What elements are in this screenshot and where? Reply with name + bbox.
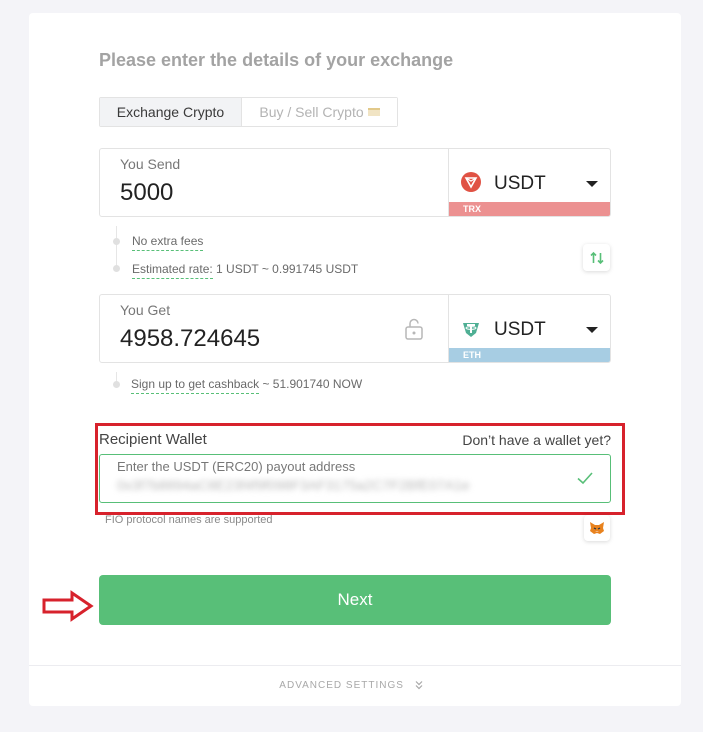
recipient-wallet-input[interactable]: Enter the USDT (ERC20) payout address 0x… (99, 454, 611, 503)
send-label: You Send (120, 156, 181, 172)
send-network-badge: TRX (449, 202, 610, 216)
chevron-down-icon (586, 327, 598, 333)
double-chevron-down-icon (415, 681, 423, 690)
info-rail (116, 226, 117, 270)
send-amount-input[interactable]: 5000 (120, 179, 173, 207)
receive-label: You Get (120, 302, 171, 318)
receive-amount-field: You Get 4958.724645 (100, 295, 448, 362)
no-fees-note[interactable]: No extra fees (132, 234, 204, 251)
tether-icon (463, 323, 479, 337)
send-row: You Send 5000 USDT TRX (99, 148, 611, 217)
cashback-value: ~ 51.901740 NOW (262, 377, 363, 391)
page-title: Please enter the details of your exchang… (99, 50, 454, 70)
metamask-button[interactable] (584, 515, 610, 541)
fio-note: FIO protocol names are supported (105, 514, 273, 526)
receive-currency-select[interactable]: USDT ETH (448, 295, 610, 362)
exchange-tabs: Exchange Crypto Buy / Sell Crypto (99, 97, 398, 127)
info-dot (113, 238, 120, 245)
swap-button[interactable] (583, 244, 610, 271)
check-icon (577, 472, 593, 485)
send-amount-field[interactable]: You Send 5000 (100, 149, 448, 216)
arrow-right-icon (42, 590, 94, 622)
credit-card-icon (367, 108, 380, 116)
next-button[interactable]: Next (99, 575, 611, 625)
metamask-fox-icon (590, 522, 604, 534)
advanced-settings-toggle[interactable]: ADVANCED SETTINGS (0, 680, 703, 691)
cashback-note: Sign up to get cashback ~ 51.901740 NOW (131, 377, 363, 394)
estimated-rate-link[interactable]: Estimated rate: (132, 262, 213, 279)
chevron-down-icon (586, 181, 598, 187)
send-currency-select[interactable]: USDT TRX (448, 149, 610, 216)
receive-currency-code: USDT (494, 319, 546, 340)
unlock-icon[interactable] (404, 318, 424, 340)
receive-row: You Get 4958.724645 USDT ETH (99, 294, 611, 363)
tab-buy-sell-crypto[interactable]: Buy / Sell Crypto (242, 98, 397, 126)
wallet-placeholder: Enter the USDT (ERC20) payout address (117, 459, 356, 474)
receive-amount-value: 4958.724645 (120, 325, 261, 352)
estimated-rate-value: 1 USDT ~ 0.991745 USDT (216, 262, 359, 276)
advanced-settings-label: ADVANCED SETTINGS (279, 680, 404, 691)
no-wallet-link[interactable]: Don’t have a wallet yet? (462, 432, 611, 448)
wallet-address-value: 0x3f7b8894aC8E23f4f9f098F3AF3175a2C7F2Bf… (117, 477, 470, 493)
recipient-wallet-label: Recipient Wallet (99, 431, 207, 448)
tab-exchange-crypto[interactable]: Exchange Crypto (100, 98, 242, 126)
signup-cashback-link[interactable]: Sign up to get cashback (131, 377, 260, 394)
info-dot (113, 265, 120, 272)
divider (29, 665, 681, 666)
tron-icon (461, 172, 481, 192)
info-dot (113, 381, 120, 388)
no-fees-link[interactable]: No extra fees (132, 234, 204, 251)
tab-label: Exchange Crypto (116, 104, 225, 120)
swap-arrows-icon (589, 251, 604, 264)
receive-network-badge: ETH (449, 348, 610, 362)
send-currency-code: USDT (494, 173, 546, 194)
estimated-rate: Estimated rate: 1 USDT ~ 0.991745 USDT (132, 262, 359, 279)
tab-label: Buy / Sell Crypto (259, 104, 364, 120)
